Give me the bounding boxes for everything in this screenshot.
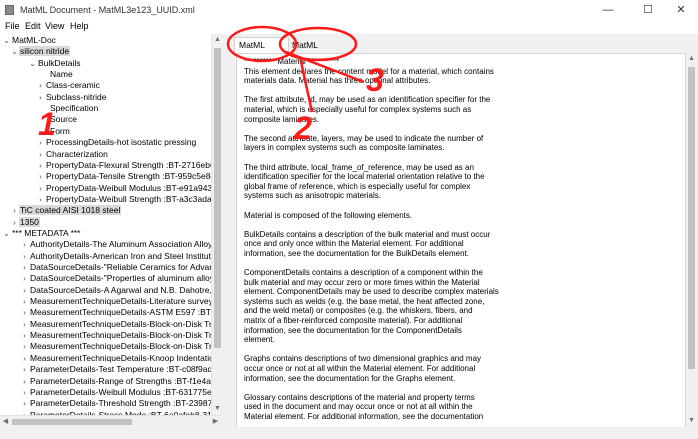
tree-node-label: ParameterDetails-Range of Strengths :BT-… [30,375,211,386]
tree-node[interactable]: › MeasurementTechniqueDetails-Block-on-Di… [20,318,211,330]
tree-node[interactable]: › MeasurementTechniqueDetails-ASTM E597 :… [20,306,211,318]
tree-node-label: PropertyData-Tensile Strength :BT-959c5e… [46,171,211,182]
tree-node-label: AuthorityDetails-The Aluminum Associatio… [30,239,211,250]
tree-node[interactable]: › MeasurementTechniqueDetails-Literature … [20,295,211,307]
tree-node-label: Characterization [46,148,108,159]
doc-scroll-up-arrow-icon[interactable]: ▲ [686,53,697,65]
tree-node-label: ParameterDetails-Test Temperature :BT-c0… [30,364,211,375]
tree-node-label: ParameterDetails-Weibull Modulus :BT-631… [30,386,211,397]
tree-node-label: PropertyData-Weibull Strength :BT-a3c3ad… [46,193,211,204]
tree-node-label: AuthorityDetails-American Iron and Steel… [30,250,211,261]
tree-node[interactable]: ⌄ silicon nitride [10,45,71,58]
menu-help[interactable]: Help [70,21,89,31]
details-pane: MatML Data MatML Info. ********** Materi… [228,34,698,429]
maximize-button[interactable]: ☐ [633,2,663,18]
tree-hscroll-thumb[interactable] [12,419,132,425]
close-button[interactable]: ✕ [666,2,696,18]
tree-node[interactable]: ⌄ BulkDetails [28,57,82,69]
tree-node-label: DataSourceDetails-A Agarwal and N.B. Dah… [30,284,211,295]
tree-node-label: MeasurementTechniqueDetails-Literature s… [30,296,211,307]
tree-node-label: TiC coated AISI 1018 steel [19,205,122,216]
tree-node[interactable]: ⌄ MatML-Doc [2,34,57,46]
tree-node[interactable]: › PropertyData-Flexural Strength :BT-2716… [36,159,211,171]
tree-view[interactable]: ⌄ MatML-Doc ⌄ silicon nitride ⌄ BulkDetails Na… [0,34,211,415]
status-bar [0,427,698,439]
tree-node[interactable]: › 1350 [10,216,40,228]
tree-node-label: MeasurementTechniqueDetails-Block-on-Dis… [30,318,211,329]
doc-scroll-thumb[interactable] [688,67,695,369]
tree-node[interactable]: › ParameterDetails-Threshold Strength :BT… [20,397,211,409]
tree-node[interactable]: ⌄ *** METADATA *** [2,227,82,239]
tree-node-label: MatML-Doc [12,35,56,45]
tree-node[interactable]: › ParameterDetails-Test Temperature :BT-c… [20,363,211,375]
tree-node[interactable]: › TiC coated AISI 1018 steel [10,204,122,216]
menu-file[interactable]: File [5,21,20,31]
tree-node-label: MeasurementTechniqueDetails-Knoop Indent… [30,352,211,363]
tree-node-label: silicon nitride [19,46,71,57]
tree-node[interactable]: › PropertyData-Weibull Strength :BT-a3c3a… [36,193,211,205]
tree-node-label: Class-ceramic [46,80,100,91]
tree-node-label: DataSourceDetails-"Properties of aluminu… [30,273,211,284]
doc-vertical-scrollbar[interactable]: ▲ ▼ [686,53,697,427]
tree-node-label: MeasurementTechniqueDetails-Block-on-Dis… [30,330,211,341]
tree-node-label: ParameterDetails-Threshold Strength :BT-… [30,398,211,409]
tree-node-label: Specification [50,103,99,114]
tree-node-label: Subclass-nitride [46,91,107,102]
annotation-number-2: 2 [294,110,312,146]
tree-node-label: Name [50,69,73,80]
title-bar: MatML Document - MatML3e123_UUID.xml — ☐… [0,0,698,20]
tree-node-label: 1350 [19,216,40,227]
tab-matml-info[interactable]: MatML Info. [288,38,338,64]
chevron-down-icon[interactable]: ⌄ [10,46,19,58]
tree-node-label: *** METADATA *** [12,227,81,238]
tree-node[interactable]: › Class-ceramic [36,79,101,91]
tree-node-label: PropertyData-Flexural Strength :BT-2716e… [46,159,211,170]
tab-matml-data[interactable]: MatML Data [234,37,289,64]
tree-node[interactable]: › DataSourceDetails-A Agarwal and N.B. Da… [20,284,211,296]
annotation-number-3: 3 [366,62,384,98]
chevron-down-icon[interactable]: ⌄ [2,228,11,240]
tree-node-label: PropertyData-Weibull Modulus :BT-e91a943… [46,182,211,193]
annotation-number-1: 1 [38,106,56,142]
tree-node-label: MeasurementTechniqueDetails-ASTM E597 :B… [30,307,211,318]
window-title: MatML Document - MatML3e123_UUID.xml [20,5,195,15]
tree-node[interactable]: › AuthorityDetails-The Aluminum Associati… [20,238,211,250]
tree-node[interactable]: › MeasurementTechniqueDetails-Block-on-Di… [20,329,211,341]
tree-node-label: DataSourceDetails-"Reliable Ceramics for… [30,262,211,272]
menu-bar: File Edit View Help [0,20,698,34]
tree-node[interactable]: Name [40,68,74,80]
tree-node[interactable]: › MeasurementTechniqueDetails-Knoop Inden… [20,352,211,364]
chevron-down-icon[interactable]: ⌄ [28,58,37,70]
app-icon [5,5,14,15]
tree-node[interactable]: › Subclass-nitride [36,91,107,103]
menu-edit[interactable]: Edit [25,21,41,31]
tree-node[interactable]: › DataSourceDetails-"Properties of alumin… [20,272,211,284]
minimize-button[interactable]: — [593,2,623,18]
tree-node[interactable]: › ParameterDetails-Weibull Modulus :BT-63… [20,386,211,398]
menu-view[interactable]: View [45,21,64,31]
tree-node-label: ProcessingDetails-hot isostatic pressing [46,137,197,148]
tree-node[interactable]: › PropertyData-Tensile Strength :BT-959c5… [36,170,211,182]
tree-node[interactable]: › PropertyData-Weibull Modulus :BT-e91a94… [36,182,211,194]
tree-node-label: BulkDetails [38,57,81,68]
tree-node[interactable]: › ParameterDetails-Range of Strengths :BT… [20,375,211,387]
tree-node-label: MeasurementTechniqueDetails-Block-on-Dis… [30,341,211,352]
tree-node[interactable]: › AuthorityDetails-American Iron and Stee… [20,250,211,262]
doc-scroll-down-arrow-icon[interactable]: ▼ [686,415,697,427]
tree-node[interactable]: › DataSourceDetails-"Reliable Ceramics fo… [20,261,211,273]
tree-scroll-thumb[interactable] [214,48,221,348]
tree-node[interactable]: › Characterization [36,148,109,160]
tree-node[interactable]: › MeasurementTechniqueDetails-Block-on-Di… [20,340,211,352]
tree-node[interactable]: › ProcessingDetails-hot isostatic pressin… [36,136,197,148]
